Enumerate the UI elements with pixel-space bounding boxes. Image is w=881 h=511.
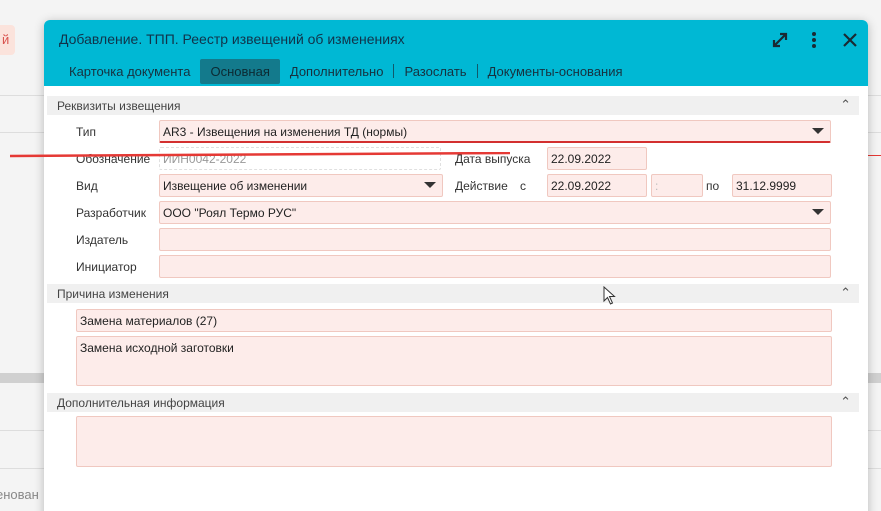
action-to-label: по bbox=[706, 179, 720, 193]
action-to-field[interactable]: 31.12.9999 bbox=[732, 174, 832, 197]
action-from-value: 22.09.2022 bbox=[551, 179, 612, 193]
type-label: Тип bbox=[76, 125, 97, 139]
type-value: AR3 - Извещения на изменения ТД (нормы) bbox=[163, 125, 408, 139]
chevron-up-icon[interactable]: ⌃ bbox=[840, 97, 851, 113]
section-requisites-title: Реквизиты извещения bbox=[57, 99, 181, 113]
kind-value: Извещение об изменении bbox=[163, 179, 308, 193]
tab-basis-documents[interactable]: Документы-основания bbox=[478, 59, 633, 84]
chevron-up-icon[interactable]: ⌃ bbox=[840, 285, 851, 301]
action-time-field[interactable]: : bbox=[651, 174, 703, 197]
more-menu-icon[interactable] bbox=[802, 28, 826, 52]
chevron-up-icon[interactable]: ⌃ bbox=[840, 394, 851, 410]
developer-select[interactable]: ООО "Роял Термо РУС" bbox=[159, 201, 831, 224]
kind-label: Вид bbox=[76, 179, 98, 193]
close-icon[interactable] bbox=[838, 28, 862, 52]
section-reason-header[interactable]: Причина изменения ⌃ bbox=[47, 284, 859, 303]
action-from-field[interactable]: 22.09.2022 bbox=[547, 174, 647, 197]
dialog-header: Добавление. ТПП. Реестр извещений об изм… bbox=[44, 20, 868, 86]
reason-value: Замена материалов (27) bbox=[80, 314, 218, 328]
tab-additional[interactable]: Дополнительно bbox=[280, 59, 394, 84]
developer-label: Разработчик bbox=[76, 206, 146, 220]
release-date-value: 22.09.2022 bbox=[551, 152, 612, 166]
additional-info-textarea[interactable] bbox=[76, 416, 832, 467]
background-button: й bbox=[0, 25, 15, 55]
action-to-value: 31.12.9999 bbox=[736, 179, 797, 193]
tab-document-card[interactable]: Карточка документа bbox=[59, 59, 200, 84]
dialog-title: Добавление. ТПП. Реестр извещений об изм… bbox=[59, 31, 405, 47]
publisher-label: Издатель bbox=[76, 233, 129, 247]
initiator-field[interactable] bbox=[159, 255, 831, 278]
tab-separator bbox=[476, 64, 478, 78]
reason-field[interactable]: Замена материалов (27) bbox=[76, 309, 832, 332]
tab-bar: Карточка документа Основная Дополнительн… bbox=[59, 58, 633, 84]
release-date-field[interactable]: 22.09.2022 bbox=[547, 147, 647, 170]
annotation-stroke bbox=[10, 152, 510, 158]
action-time-value: : bbox=[655, 179, 659, 193]
expand-icon[interactable] bbox=[768, 28, 792, 52]
mouse-cursor-icon bbox=[603, 286, 616, 305]
publisher-field[interactable] bbox=[159, 228, 831, 251]
initiator-label: Инициатор bbox=[76, 260, 137, 274]
section-additional-title: Дополнительная информация bbox=[57, 396, 225, 410]
section-requisites-header[interactable]: Реквизиты извещения ⌃ bbox=[47, 96, 859, 115]
action-label: Действие bbox=[455, 179, 508, 193]
tab-send[interactable]: Разослать bbox=[394, 59, 476, 84]
reason-detail-value: Замена исходной заготовки bbox=[80, 341, 234, 355]
background-text: енован bbox=[0, 487, 39, 502]
dialog: Добавление. ТПП. Реестр извещений об изм… bbox=[44, 20, 868, 511]
tab-main[interactable]: Основная bbox=[200, 58, 280, 84]
dropdown-arrow-icon bbox=[424, 182, 436, 188]
type-select[interactable]: AR3 - Извещения на изменения ТД (нормы) bbox=[159, 120, 831, 143]
kind-select[interactable]: Извещение об изменении bbox=[159, 174, 443, 197]
dropdown-arrow-icon bbox=[812, 209, 824, 215]
dropdown-arrow-icon bbox=[812, 128, 824, 134]
background-button-text: й bbox=[2, 32, 10, 47]
reason-detail-textarea[interactable]: Замена исходной заготовки bbox=[76, 336, 832, 386]
section-additional-header[interactable]: Дополнительная информация ⌃ bbox=[47, 393, 859, 412]
section-reason-title: Причина изменения bbox=[57, 287, 169, 301]
developer-value: ООО "Роял Термо РУС" bbox=[163, 206, 297, 220]
tab-separator bbox=[393, 64, 395, 78]
action-from-label: с bbox=[520, 179, 526, 193]
